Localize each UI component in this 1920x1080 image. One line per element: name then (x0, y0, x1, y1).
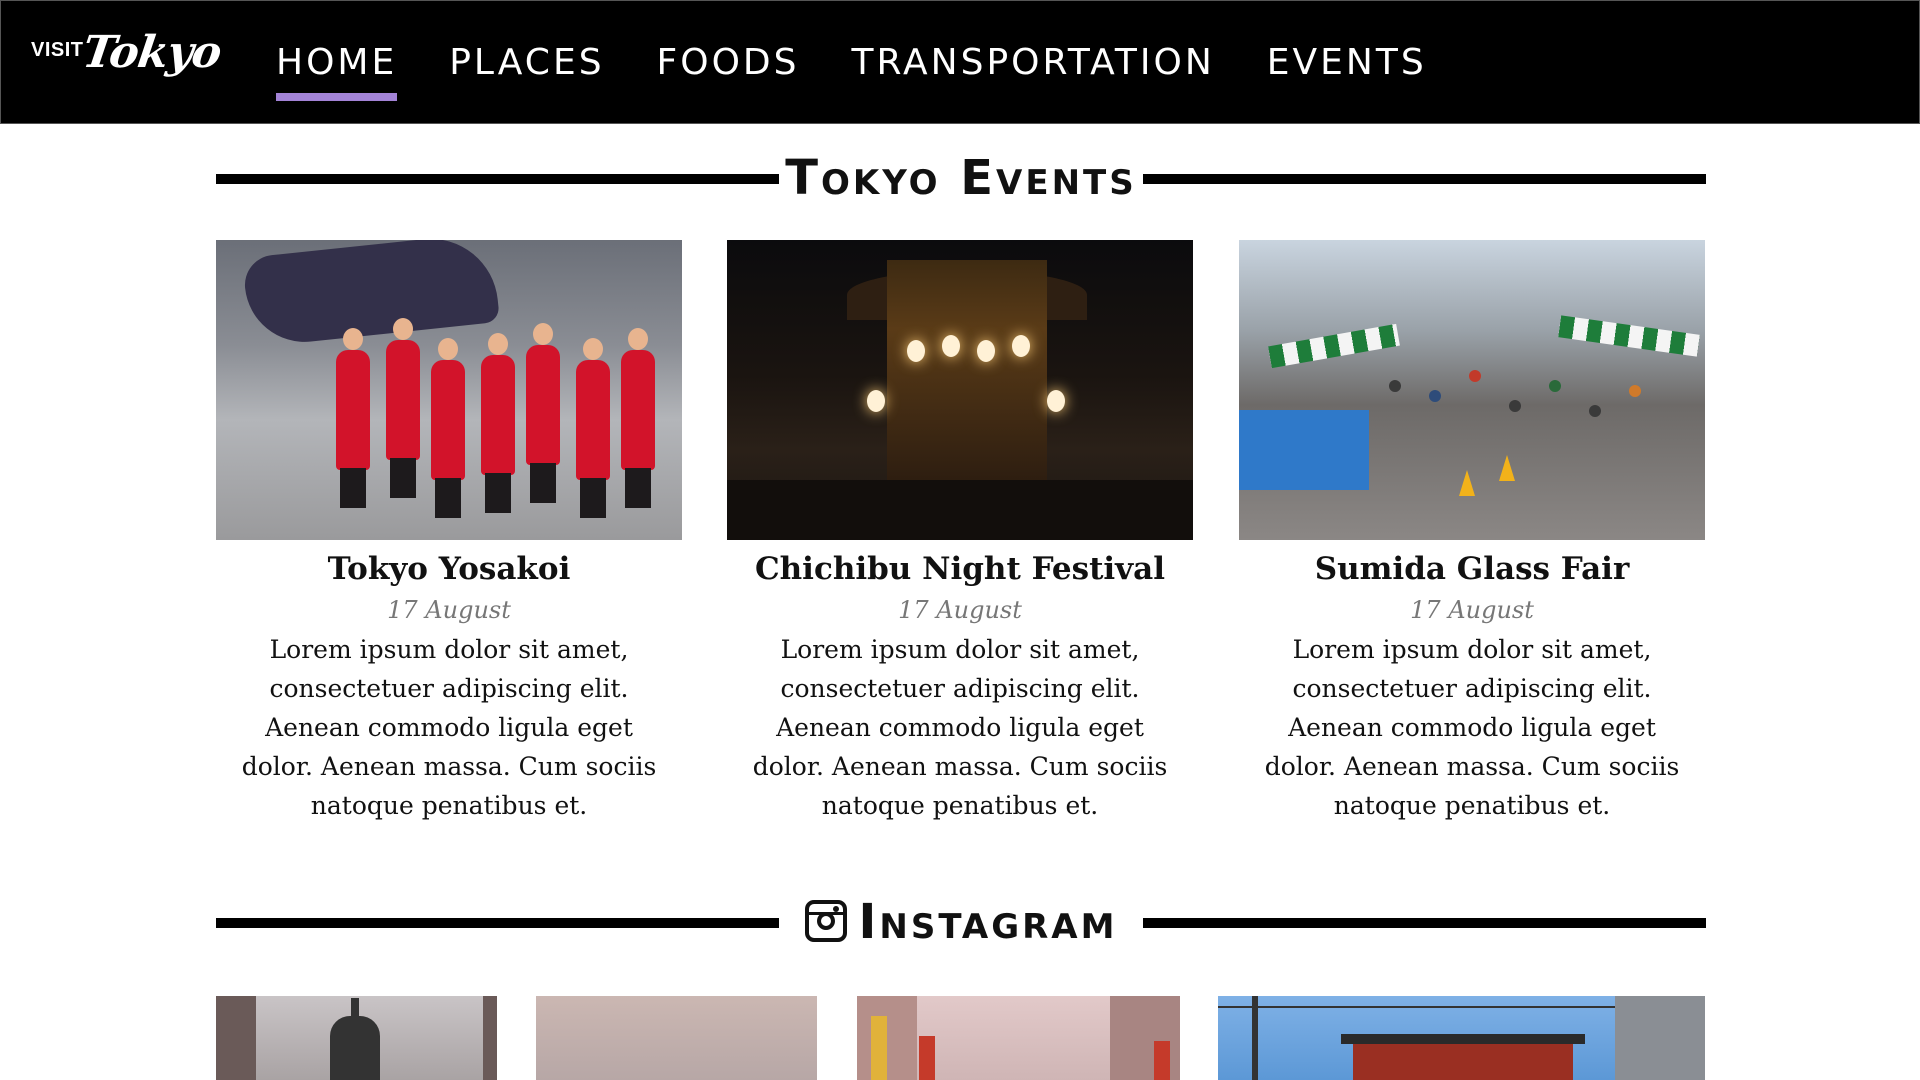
festival-flag (241, 240, 501, 348)
market-tent (1268, 323, 1400, 369)
dancer-figure (621, 328, 655, 508)
lantern (1012, 335, 1030, 357)
event-card-sumida-glass-fair[interactable]: Sumida Glass Fair 17 August Lorem ipsum … (1239, 240, 1705, 825)
street-sign (871, 1016, 887, 1080)
event-title[interactable]: Sumida Glass Fair (1239, 548, 1705, 590)
event-description: Lorem ipsum dolor sit amet, consectetuer… (752, 635, 1168, 820)
lantern (977, 340, 995, 362)
instagram-heading: Instagram (216, 892, 1706, 952)
nav-item-transportation[interactable]: TRANSPORTATION (852, 1, 1215, 125)
event-date: 17 August (387, 596, 511, 624)
street-sign (919, 1036, 935, 1080)
instagram-icon[interactable] (804, 900, 847, 942)
crowd-figure (1429, 390, 1441, 402)
lantern (1047, 390, 1065, 412)
market-tent (1558, 315, 1700, 357)
pool (1239, 410, 1369, 490)
dancer-figure (386, 318, 420, 498)
event-date: 17 August (1410, 596, 1534, 624)
crowd-figure (1629, 385, 1641, 397)
tower (330, 998, 380, 1080)
visit-tokyo-logo[interactable]: VISIT Tokyo (31, 27, 224, 101)
nav-item-places[interactable]: PLACES (449, 1, 604, 125)
crowd-figure (1469, 370, 1481, 382)
logo-visit-text: VISIT (31, 39, 84, 61)
nav-item-events[interactable]: EVENTS (1267, 1, 1427, 125)
building (483, 996, 497, 1080)
event-image-chichibu-night-festival[interactable] (727, 240, 1193, 540)
events-heading: Tokyo Events (216, 148, 1706, 208)
street-sign (1154, 1041, 1170, 1080)
instagram-title: Instagram (858, 894, 1118, 950)
main-nav: HOME PLACES FOODS TRANSPORTATION EVENTS (276, 1, 1479, 125)
temple-gate (1341, 1034, 1585, 1080)
lantern (907, 340, 925, 362)
crowd-figure (1509, 400, 1521, 412)
traffic-cone (1499, 455, 1515, 481)
dancer-figure (526, 323, 560, 503)
event-title[interactable]: Tokyo Yosakoi (216, 548, 682, 590)
event-card-tokyo-yosakoi[interactable]: Tokyo Yosakoi 17 August Lorem ipsum dolo… (216, 240, 682, 825)
events-title: Tokyo Events (785, 150, 1137, 206)
instagram-title-wrap: Instagram (216, 892, 1706, 952)
building (857, 996, 917, 1080)
lantern (942, 335, 960, 357)
building (216, 996, 256, 1080)
event-description: Lorem ipsum dolor sit amet, consectetuer… (1264, 635, 1680, 820)
event-description: Lorem ipsum dolor sit amet, consectetuer… (241, 635, 657, 820)
event-image-sumida-glass-fair[interactable] (1239, 240, 1705, 540)
logo-tokyo-text: Tokyo (79, 27, 225, 78)
crowd-figure (1389, 380, 1401, 392)
dancer-figure (481, 333, 515, 513)
instagram-photo[interactable] (536, 996, 817, 1080)
lantern (867, 390, 885, 412)
traffic-cone (1459, 470, 1475, 496)
instagram-photo[interactable] (1218, 996, 1705, 1080)
building (1615, 996, 1705, 1080)
instagram-photo[interactable] (857, 996, 1180, 1080)
event-title[interactable]: Chichibu Night Festival (727, 548, 1193, 590)
instagram-photo[interactable] (216, 996, 497, 1080)
festival-float (887, 260, 1047, 490)
top-navigation-bar: VISIT Tokyo HOME PLACES FOODS TRANSPORTA… (0, 0, 1920, 124)
dancer-figure (431, 338, 465, 518)
dancer-figure (336, 328, 370, 508)
event-image-tokyo-yosakoi[interactable] (216, 240, 682, 540)
nav-item-foods[interactable]: FOODS (657, 1, 800, 125)
utility-pole (1252, 996, 1258, 1080)
crowd-figure (1589, 405, 1601, 417)
event-date: 17 August (898, 596, 1022, 624)
crowd-figure (1549, 380, 1561, 392)
dancer-figure (576, 338, 610, 518)
crowd (727, 480, 1193, 540)
event-card-chichibu-night-festival[interactable]: Chichibu Night Festival 17 August Lorem … (727, 240, 1193, 825)
nav-item-home[interactable]: HOME (276, 1, 398, 125)
